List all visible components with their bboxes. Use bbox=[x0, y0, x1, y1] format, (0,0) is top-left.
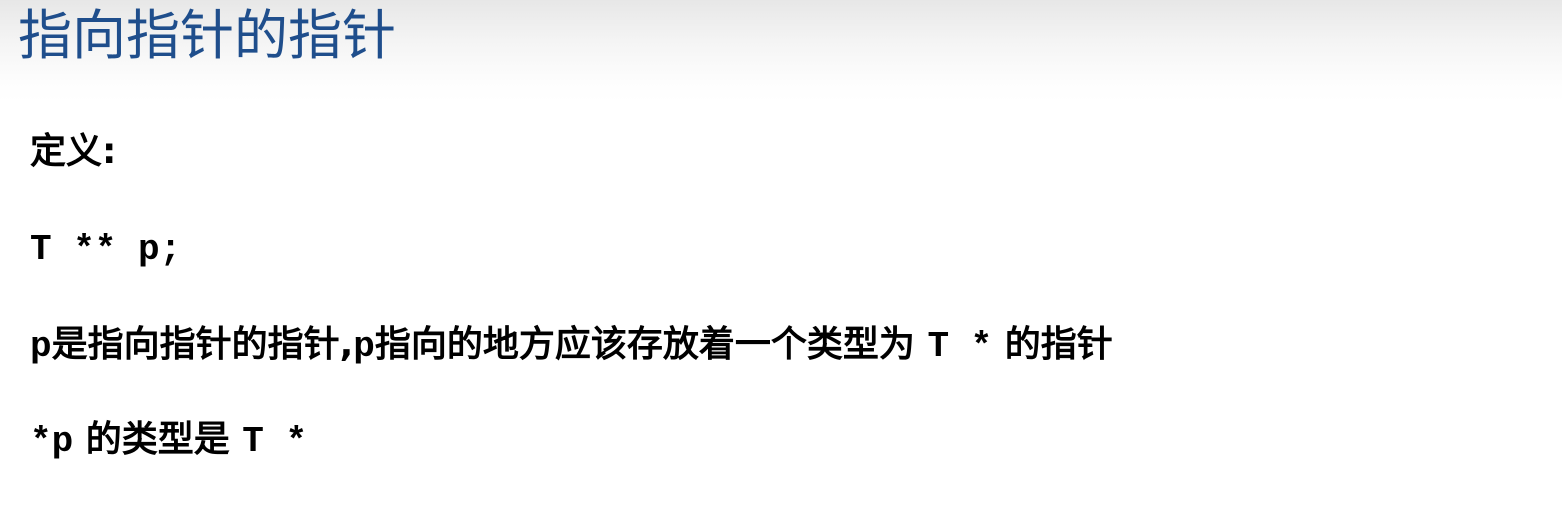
var-p: p bbox=[30, 326, 52, 367]
deref-type-line: *p 的类型是 T * bbox=[30, 418, 307, 462]
explanation-line: p是指向指针的指针,p指向的地方应该存放着一个类型为 T * 的指针 bbox=[30, 323, 1113, 367]
definition-line: 定义: bbox=[30, 130, 116, 174]
explanation-text-a: 是指向指针的指针, bbox=[51, 324, 354, 365]
code-declaration: T ** p; bbox=[30, 229, 182, 270]
explanation-text-b: 指向的地方应该存放着一个类型为 bbox=[374, 324, 928, 365]
deref-type-text: 的类型是 bbox=[73, 419, 243, 460]
code-declaration-line: T ** p; bbox=[30, 226, 181, 270]
var-p-second: p bbox=[353, 326, 375, 367]
type-code: T * bbox=[927, 326, 993, 367]
deref-code: *p bbox=[30, 421, 74, 462]
explanation-text-c: 的指针 bbox=[992, 324, 1113, 365]
slide-title: 指向指针的指针 bbox=[18, 4, 396, 67]
deref-type-code: T * bbox=[242, 421, 308, 462]
definition-label: 定义: bbox=[30, 131, 117, 172]
